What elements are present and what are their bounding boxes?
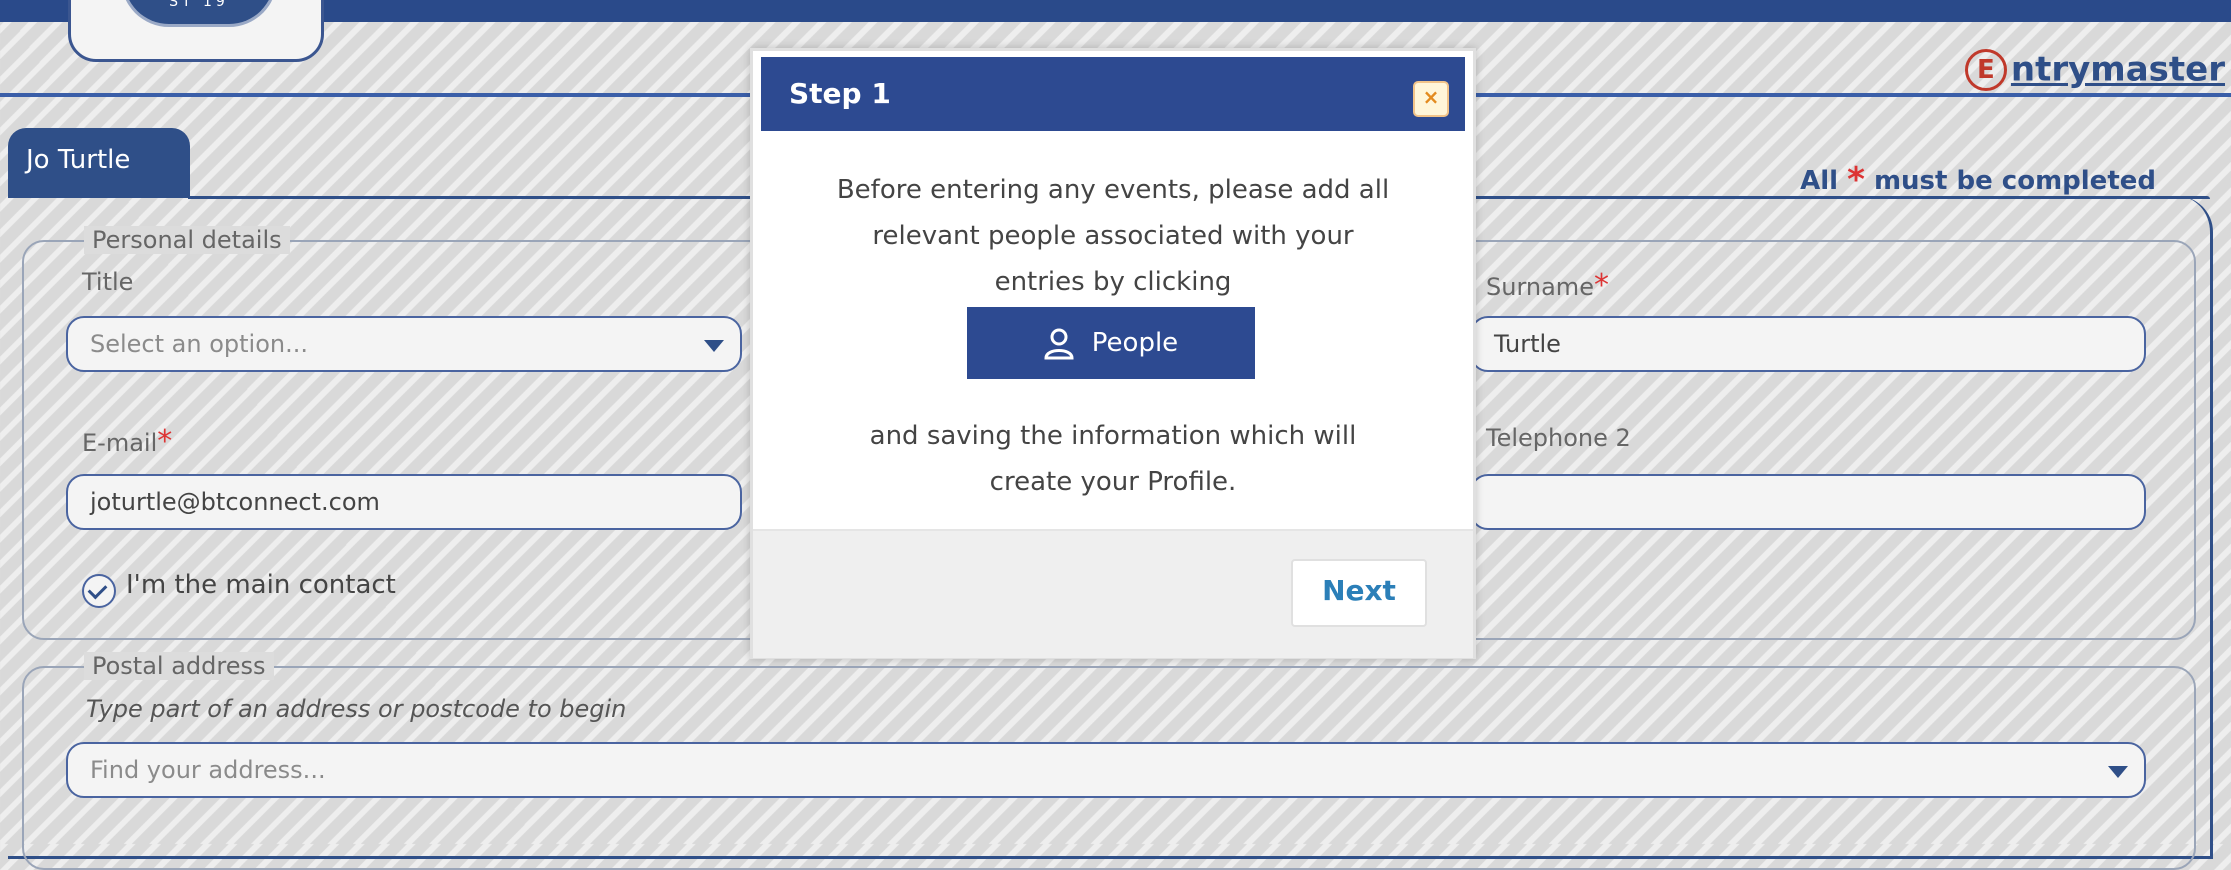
telephone2-input[interactable] xyxy=(1470,474,2146,530)
chevron-down-icon xyxy=(2108,766,2128,778)
required-star: * xyxy=(1847,160,1865,200)
dialog-line: relevant people associated with your xyxy=(872,221,1354,251)
close-icon: × xyxy=(1422,85,1440,109)
surname-input-value: Turtle xyxy=(1494,330,1561,358)
surname-input[interactable]: Turtle xyxy=(1470,316,2146,372)
email-input-value: joturtle@btconnect.com xyxy=(90,488,380,516)
person-icon xyxy=(1044,328,1074,359)
dialog-body: Before entering any events, please add a… xyxy=(753,131,1473,579)
brand-name: ntrymaster xyxy=(2010,49,2225,90)
people-button[interactable]: People xyxy=(967,307,1255,379)
dialog-title: Step 1 xyxy=(789,77,891,110)
main-contact-checkbox[interactable] xyxy=(82,574,116,608)
next-button[interactable]: Next xyxy=(1291,559,1427,627)
title-label: Title xyxy=(82,268,134,296)
club-seal: ST 19 xyxy=(121,0,277,27)
brand-initial: E xyxy=(1964,48,2007,91)
entrymaster-logo: Entrymaster xyxy=(1964,48,2225,91)
surname-required-star: * xyxy=(1593,268,1609,303)
main-contact-label: I'm the main contact xyxy=(126,570,396,600)
dialog-intro: Before entering any events, please add a… xyxy=(753,167,1473,305)
people-button-label: People xyxy=(1091,328,1179,358)
find-address-value: Find your address... xyxy=(90,756,326,784)
close-button[interactable]: × xyxy=(1413,81,1449,117)
header-band xyxy=(0,0,2231,22)
title-select-value: Select an option... xyxy=(90,330,308,358)
email-label-text: E-mail xyxy=(82,429,158,457)
email-required-star: * xyxy=(157,424,173,459)
tab-label: Jo Turtle xyxy=(26,145,131,175)
step-dialog: Step 1 × Before entering any events, ple… xyxy=(750,48,1476,659)
dialog-line: and saving the information which will xyxy=(869,421,1357,451)
required-suffix: must be completed xyxy=(1873,166,2156,196)
dialog-outro: and saving the information which will cr… xyxy=(753,413,1473,505)
dialog-header: Step 1 × xyxy=(761,57,1465,131)
tab-person[interactable]: Jo Turtle xyxy=(8,128,190,198)
surname-label: Surname* xyxy=(1486,268,1609,303)
find-address-select[interactable]: Find your address... xyxy=(66,742,2146,798)
dialog-line: Before entering any events, please add a… xyxy=(836,175,1390,205)
dialog-line: create your Profile. xyxy=(989,467,1237,497)
email-input[interactable]: joturtle@btconnect.com xyxy=(66,474,742,530)
personal-details-legend: Personal details xyxy=(84,226,290,254)
address-hint: Type part of an address or postcode to b… xyxy=(86,695,627,723)
next-button-label: Next xyxy=(1322,574,1396,607)
chevron-down-icon xyxy=(704,340,724,352)
surname-label-text: Surname xyxy=(1486,273,1594,301)
required-note: All * must be completed xyxy=(1800,160,2156,200)
dialog-footer: Next xyxy=(753,529,1473,658)
postal-address-legend: Postal address xyxy=(84,652,274,680)
telephone2-label: Telephone 2 xyxy=(1486,424,1631,452)
required-prefix: All xyxy=(1800,166,1839,196)
dialog-line: entries by clicking xyxy=(994,267,1232,297)
club-logo: ST 19 xyxy=(68,0,324,62)
title-select[interactable]: Select an option... xyxy=(66,316,742,372)
email-label: E-mail* xyxy=(82,424,172,459)
